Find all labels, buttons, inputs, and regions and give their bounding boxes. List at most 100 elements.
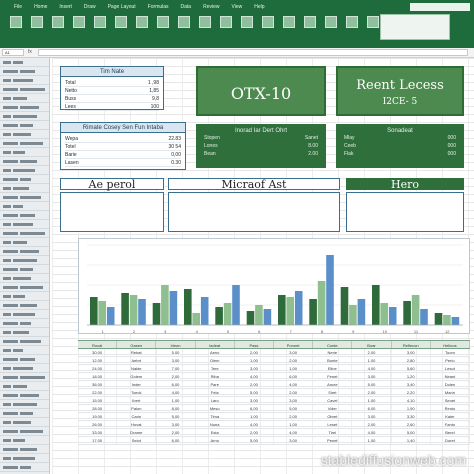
paste-icon[interactable] bbox=[10, 16, 22, 28]
nav-row[interactable] bbox=[0, 301, 49, 310]
table-cell[interactable]: 1,00 bbox=[274, 365, 314, 372]
table-cell[interactable]: Tere bbox=[196, 365, 235, 372]
share-area[interactable] bbox=[410, 3, 470, 11]
table-cell[interactable]: Berel bbox=[431, 429, 471, 436]
table-cell[interactable]: Dolen bbox=[431, 381, 471, 388]
table-header-cell[interactable]: Gasen bbox=[117, 341, 157, 348]
table-cell[interactable]: 1,00 bbox=[274, 421, 314, 428]
table-cell[interactable]: 1.00 bbox=[352, 357, 392, 364]
nav-row[interactable] bbox=[0, 454, 49, 463]
table-cell[interactable]: Penet bbox=[313, 437, 353, 444]
table-header-cell[interactable]: Pass bbox=[235, 341, 275, 348]
table-cell[interactable]: 5,00 bbox=[392, 429, 431, 436]
table-cell[interactable]: 5.00 bbox=[156, 349, 196, 356]
nav-row[interactable] bbox=[0, 112, 49, 121]
number-format-icon[interactable] bbox=[241, 16, 253, 28]
table-header-cell[interactable]: Helloos bbox=[431, 341, 471, 348]
tab-draw[interactable]: Draw bbox=[84, 4, 96, 10]
nav-row[interactable] bbox=[0, 319, 49, 328]
align-left-icon[interactable] bbox=[178, 16, 190, 28]
table-cell[interactable]: Fanto bbox=[431, 421, 471, 428]
fx-icon[interactable]: fx bbox=[28, 49, 32, 55]
table-row[interactable]: 18.00 Golem 2,00 Riba 4,00 6,00 Fenet 3.00 1,20 N… bbox=[78, 373, 471, 381]
bold-icon[interactable] bbox=[73, 16, 85, 28]
tab-help[interactable]: Help bbox=[254, 4, 264, 10]
table-cell[interactable]: Tima bbox=[196, 413, 235, 420]
table-cell[interactable]: 4.00 bbox=[352, 365, 392, 372]
table-cell[interactable]: 3.00 bbox=[352, 373, 392, 380]
formula-input[interactable] bbox=[38, 49, 468, 56]
nav-row[interactable] bbox=[0, 220, 49, 229]
table-header-cell[interactable]: Boar bbox=[352, 341, 392, 348]
nav-row[interactable] bbox=[0, 400, 49, 409]
nav-row[interactable] bbox=[0, 193, 49, 202]
table-row[interactable]: 26.00 Hovat 3,00 Nuna 4,00 1,00 Leset 2.00 2,60 F… bbox=[78, 421, 471, 429]
table-cell[interactable]: Carin bbox=[117, 413, 157, 420]
table-icon[interactable] bbox=[283, 16, 295, 28]
table-cell[interactable]: Rebat bbox=[117, 349, 157, 356]
table-cell[interactable]: 3,00 bbox=[274, 397, 314, 404]
table-cell[interactable]: 3,00 bbox=[235, 365, 275, 372]
table-row[interactable]: 30.00 Rebat 5.00 Aeno 2,00 3,00 Nerie 2.00 3,00 T… bbox=[78, 349, 471, 357]
table-cell[interactable]: Toeck bbox=[117, 389, 157, 396]
table-cell[interactable]: Hovat bbox=[117, 421, 157, 428]
table-cell[interactable]: 6,00 bbox=[274, 373, 314, 380]
conditional-format-icon[interactable] bbox=[262, 16, 274, 28]
table-cell[interactable]: 15.00 bbox=[78, 397, 118, 404]
nav-row[interactable] bbox=[0, 175, 49, 184]
nav-row[interactable] bbox=[0, 463, 49, 472]
table-cell[interactable]: 2,00 bbox=[235, 349, 275, 356]
table-cell[interactable]: 4,00 bbox=[235, 373, 275, 380]
table-row[interactable]: 17.00 Selot 6,00 Arno 5,00 3,00 Penet 1.00 1,40 D… bbox=[78, 437, 471, 445]
nav-row[interactable] bbox=[0, 427, 49, 436]
table-cell[interactable]: 4,00 bbox=[156, 389, 196, 396]
nav-row[interactable] bbox=[0, 238, 49, 247]
nav-row[interactable] bbox=[0, 85, 49, 94]
italic-icon[interactable] bbox=[94, 16, 106, 28]
table-cell[interactable]: 2,80 bbox=[392, 357, 431, 364]
table-cell[interactable]: Lesot bbox=[431, 365, 471, 372]
table-cell[interactable]: Aeno bbox=[196, 349, 235, 356]
tab-formulas[interactable]: Formulas bbox=[148, 4, 169, 10]
tab-data[interactable]: Data bbox=[181, 4, 192, 10]
table-cell[interactable]: 30.00 bbox=[78, 349, 118, 356]
table-cell[interactable]: 3,30 bbox=[392, 413, 431, 420]
table-cell[interactable]: 19.00 bbox=[78, 413, 118, 420]
table-cell[interactable]: 3,00 bbox=[392, 349, 431, 356]
table-cell[interactable]: 2,00 bbox=[274, 389, 314, 396]
table-cell[interactable]: 7,00 bbox=[156, 365, 196, 372]
table-cell[interactable]: 28.00 bbox=[78, 405, 118, 412]
table-cell[interactable]: 2.00 bbox=[352, 389, 392, 396]
tab-insert[interactable]: Insert bbox=[59, 4, 72, 10]
table-cell[interactable]: Arno bbox=[196, 437, 235, 444]
table-cell[interactable]: 2,00 bbox=[274, 413, 314, 420]
name-box[interactable]: A1 bbox=[2, 49, 24, 56]
table-cell[interactable]: 3.00 bbox=[352, 413, 392, 420]
tab-home[interactable]: Home bbox=[34, 4, 47, 10]
table-cell[interactable]: Fela bbox=[196, 389, 235, 396]
align-center-icon[interactable] bbox=[199, 16, 211, 28]
table-row[interactable]: 24.00 Nable 7,00 Tere 3,00 1,00 Eline 4.00 5,60 L… bbox=[78, 365, 471, 373]
tab-file[interactable]: File bbox=[14, 4, 22, 10]
table-cell[interactable]: 4,00 bbox=[274, 429, 314, 436]
table-cell[interactable]: 4,10 bbox=[392, 397, 431, 404]
table-cell[interactable]: 33.00 bbox=[78, 429, 118, 436]
table-cell[interactable]: 18.00 bbox=[78, 373, 118, 380]
nav-row[interactable] bbox=[0, 121, 49, 130]
table-cell[interactable]: 12.00 bbox=[78, 357, 118, 364]
nav-row[interactable] bbox=[0, 346, 49, 355]
table-cell[interactable]: 5,00 bbox=[156, 413, 196, 420]
tab-review[interactable]: Review bbox=[203, 4, 219, 10]
table-cell[interactable]: Kaler bbox=[431, 413, 471, 420]
nav-row[interactable] bbox=[0, 337, 49, 346]
table-header-cell[interactable]: Irleon bbox=[156, 341, 196, 348]
table-cell[interactable]: Aebrt bbox=[117, 357, 157, 364]
format-icon[interactable] bbox=[367, 16, 379, 28]
table-cell[interactable]: Eline bbox=[313, 365, 353, 372]
table-cell[interactable]: 1.00 bbox=[352, 437, 392, 444]
table-cell[interactable]: Leset bbox=[313, 421, 353, 428]
nav-row[interactable] bbox=[0, 103, 49, 112]
table-cell[interactable]: 6,00 bbox=[156, 437, 196, 444]
ribbon-gallery[interactable] bbox=[380, 14, 450, 40]
cut-icon[interactable] bbox=[31, 16, 43, 28]
